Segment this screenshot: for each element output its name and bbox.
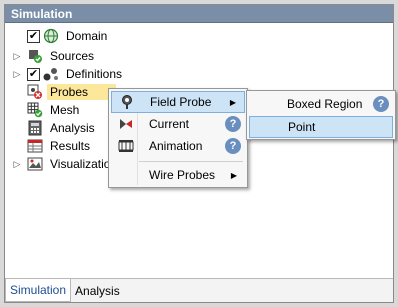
expand-definitions-icon[interactable]: ▷: [12, 69, 22, 79]
expand-sources-icon[interactable]: ▷: [12, 51, 22, 61]
field-probe-submenu: Boxed Region ? Point: [246, 90, 396, 140]
tree-item-definitions[interactable]: ✔ Definitions: [27, 65, 125, 83]
tree-item-mesh[interactable]: Mesh: [27, 101, 82, 119]
sources-icon: [27, 48, 43, 64]
tree-label: Results: [50, 139, 91, 153]
panel-tabs: Simulation Analysis: [5, 278, 393, 302]
definitions-checkbox[interactable]: ✔: [27, 67, 40, 81]
menu-separator: [139, 161, 243, 162]
help-icon[interactable]: ?: [373, 96, 389, 112]
submenu-arrow-icon: ▶: [229, 97, 236, 107]
tree-label: Sources: [50, 49, 95, 63]
tab-simulation[interactable]: Simulation: [5, 279, 72, 302]
context-menu: Field Probe ▶ Current ? Animation ? Wire…: [108, 88, 248, 188]
menu-label: Field Probe: [150, 95, 212, 109]
menu-label: Wire Probes: [149, 168, 216, 182]
mesh-icon: [27, 102, 43, 118]
current-probe-icon: [117, 115, 135, 133]
menu-label: Animation: [149, 139, 203, 153]
menu-label: Boxed Region: [287, 97, 363, 111]
menu-item-point[interactable]: Point: [249, 116, 393, 138]
menu-item-field-probe[interactable]: Field Probe ▶: [111, 91, 245, 113]
probe-icon: [27, 84, 43, 100]
tree-label: Mesh: [50, 103, 80, 117]
menu-item-wire-probes[interactable]: Wire Probes ▶: [111, 164, 245, 186]
tree-item-domain[interactable]: ✔ Domain: [27, 27, 110, 45]
animation-icon: [117, 137, 135, 155]
tree-label: Definitions: [66, 67, 123, 81]
tree-item-sources[interactable]: Sources: [27, 47, 97, 65]
domain-checkbox[interactable]: ✔: [27, 29, 40, 43]
results-table-icon: [27, 138, 43, 154]
menu-item-current[interactable]: Current ?: [111, 113, 245, 135]
field-probe-icon: [118, 93, 136, 111]
menu-item-animation[interactable]: Animation ?: [111, 135, 245, 157]
menu-item-boxed-region[interactable]: Boxed Region ?: [249, 93, 393, 115]
tree-item-visualization[interactable]: Visualization: [27, 155, 120, 173]
tree-item-probes[interactable]: Probes: [27, 83, 117, 101]
expand-visualization-icon[interactable]: ▷: [12, 159, 22, 169]
molecule-icon: [43, 66, 59, 82]
help-icon[interactable]: ?: [225, 138, 241, 154]
menu-label: Current: [149, 117, 190, 131]
help-icon[interactable]: ?: [225, 116, 241, 132]
tree-item-analysis[interactable]: Analysis: [27, 119, 98, 137]
panel-title: Simulation: [5, 5, 393, 23]
visualization-icon: [27, 156, 43, 172]
tree-label: Probes: [47, 84, 117, 100]
menu-label: Point: [288, 120, 316, 134]
tree-item-results[interactable]: Results: [27, 137, 93, 155]
globe-icon: [43, 28, 59, 44]
tab-analysis[interactable]: Analysis: [71, 280, 124, 302]
tree-label: Domain: [66, 29, 108, 43]
submenu-arrow-icon: ▶: [230, 170, 237, 180]
calculator-icon: [27, 120, 43, 136]
tree-label: Analysis: [50, 121, 95, 135]
